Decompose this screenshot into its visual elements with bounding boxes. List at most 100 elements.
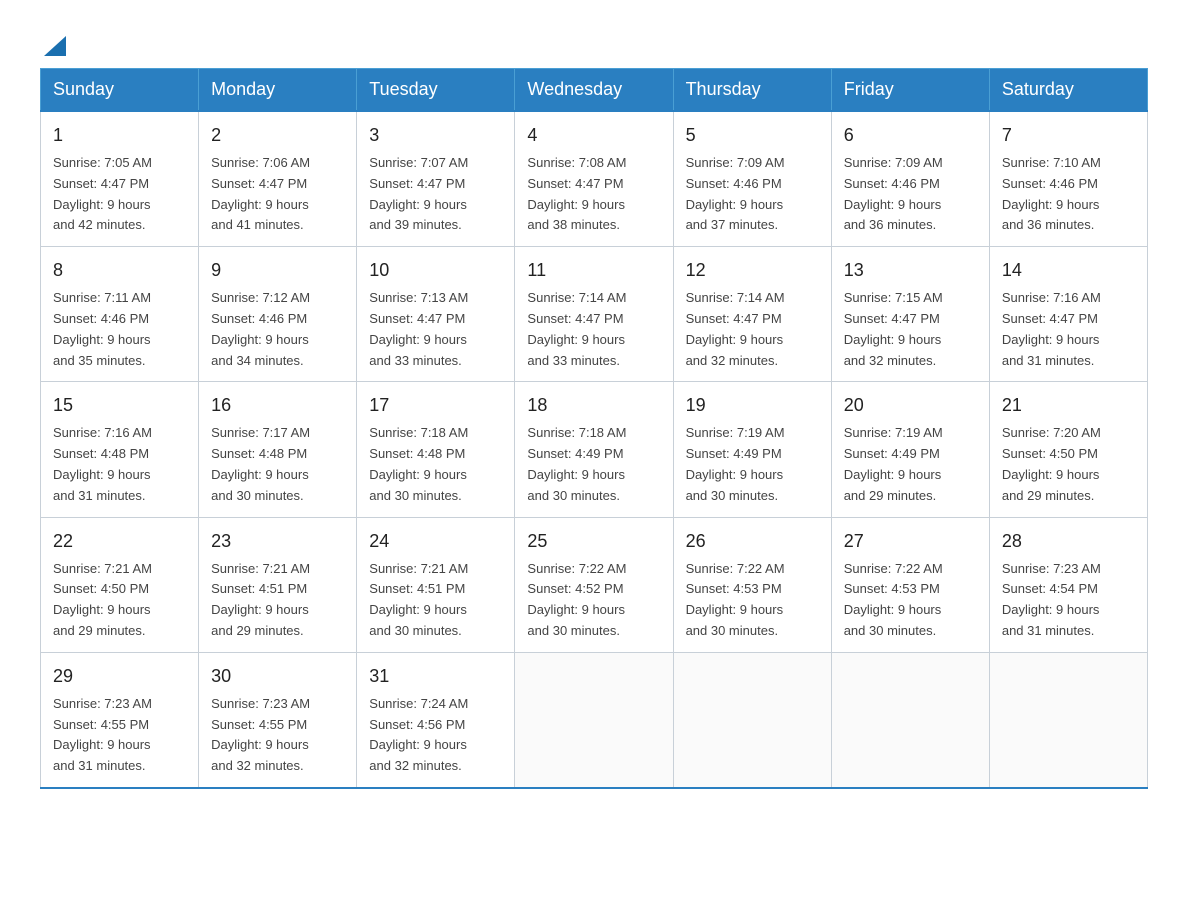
day-info: Sunrise: 7:22 AMSunset: 4:53 PMDaylight:…: [844, 561, 943, 638]
calendar-cell: 24 Sunrise: 7:21 AMSunset: 4:51 PMDaylig…: [357, 517, 515, 652]
day-number: 7: [1002, 122, 1135, 149]
calendar-header: SundayMondayTuesdayWednesdayThursdayFrid…: [41, 69, 1148, 112]
calendar-cell: 27 Sunrise: 7:22 AMSunset: 4:53 PMDaylig…: [831, 517, 989, 652]
day-info: Sunrise: 7:05 AMSunset: 4:47 PMDaylight:…: [53, 155, 152, 232]
calendar-cell: 19 Sunrise: 7:19 AMSunset: 4:49 PMDaylig…: [673, 382, 831, 517]
calendar-cell: 25 Sunrise: 7:22 AMSunset: 4:52 PMDaylig…: [515, 517, 673, 652]
calendar-cell: 20 Sunrise: 7:19 AMSunset: 4:49 PMDaylig…: [831, 382, 989, 517]
calendar-cell: 18 Sunrise: 7:18 AMSunset: 4:49 PMDaylig…: [515, 382, 673, 517]
logo-triangle-icon: [44, 30, 66, 56]
calendar-table: SundayMondayTuesdayWednesdayThursdayFrid…: [40, 68, 1148, 789]
day-number: 29: [53, 663, 186, 690]
day-info: Sunrise: 7:23 AMSunset: 4:55 PMDaylight:…: [53, 696, 152, 773]
day-number: 30: [211, 663, 344, 690]
day-header-saturday: Saturday: [989, 69, 1147, 112]
day-info: Sunrise: 7:19 AMSunset: 4:49 PMDaylight:…: [686, 425, 785, 502]
day-info: Sunrise: 7:18 AMSunset: 4:48 PMDaylight:…: [369, 425, 468, 502]
calendar-cell: 2 Sunrise: 7:06 AMSunset: 4:47 PMDayligh…: [199, 111, 357, 247]
day-info: Sunrise: 7:18 AMSunset: 4:49 PMDaylight:…: [527, 425, 626, 502]
calendar-cell: [515, 652, 673, 788]
calendar-cell: 1 Sunrise: 7:05 AMSunset: 4:47 PMDayligh…: [41, 111, 199, 247]
day-header-thursday: Thursday: [673, 69, 831, 112]
calendar-cell: [831, 652, 989, 788]
day-info: Sunrise: 7:17 AMSunset: 4:48 PMDaylight:…: [211, 425, 310, 502]
page-header: [40, 30, 1148, 48]
day-number: 6: [844, 122, 977, 149]
calendar-cell: [673, 652, 831, 788]
day-number: 24: [369, 528, 502, 555]
calendar-cell: 16 Sunrise: 7:17 AMSunset: 4:48 PMDaylig…: [199, 382, 357, 517]
calendar-cell: 10 Sunrise: 7:13 AMSunset: 4:47 PMDaylig…: [357, 247, 515, 382]
calendar-cell: 3 Sunrise: 7:07 AMSunset: 4:47 PMDayligh…: [357, 111, 515, 247]
day-number: 15: [53, 392, 186, 419]
day-info: Sunrise: 7:12 AMSunset: 4:46 PMDaylight:…: [211, 290, 310, 367]
day-header-sunday: Sunday: [41, 69, 199, 112]
calendar-cell: 21 Sunrise: 7:20 AMSunset: 4:50 PMDaylig…: [989, 382, 1147, 517]
day-info: Sunrise: 7:08 AMSunset: 4:47 PMDaylight:…: [527, 155, 626, 232]
calendar-cell: 15 Sunrise: 7:16 AMSunset: 4:48 PMDaylig…: [41, 382, 199, 517]
day-number: 9: [211, 257, 344, 284]
week-row-4: 22 Sunrise: 7:21 AMSunset: 4:50 PMDaylig…: [41, 517, 1148, 652]
calendar-cell: 7 Sunrise: 7:10 AMSunset: 4:46 PMDayligh…: [989, 111, 1147, 247]
calendar-cell: 14 Sunrise: 7:16 AMSunset: 4:47 PMDaylig…: [989, 247, 1147, 382]
week-row-3: 15 Sunrise: 7:16 AMSunset: 4:48 PMDaylig…: [41, 382, 1148, 517]
day-info: Sunrise: 7:21 AMSunset: 4:51 PMDaylight:…: [369, 561, 468, 638]
calendar-cell: 8 Sunrise: 7:11 AMSunset: 4:46 PMDayligh…: [41, 247, 199, 382]
calendar-cell: 22 Sunrise: 7:21 AMSunset: 4:50 PMDaylig…: [41, 517, 199, 652]
day-number: 13: [844, 257, 977, 284]
week-row-2: 8 Sunrise: 7:11 AMSunset: 4:46 PMDayligh…: [41, 247, 1148, 382]
day-info: Sunrise: 7:16 AMSunset: 4:48 PMDaylight:…: [53, 425, 152, 502]
day-header-friday: Friday: [831, 69, 989, 112]
calendar-cell: 11 Sunrise: 7:14 AMSunset: 4:47 PMDaylig…: [515, 247, 673, 382]
calendar-cell: 13 Sunrise: 7:15 AMSunset: 4:47 PMDaylig…: [831, 247, 989, 382]
day-info: Sunrise: 7:14 AMSunset: 4:47 PMDaylight:…: [527, 290, 626, 367]
day-info: Sunrise: 7:10 AMSunset: 4:46 PMDaylight:…: [1002, 155, 1101, 232]
calendar-cell: 26 Sunrise: 7:22 AMSunset: 4:53 PMDaylig…: [673, 517, 831, 652]
day-info: Sunrise: 7:24 AMSunset: 4:56 PMDaylight:…: [369, 696, 468, 773]
day-number: 1: [53, 122, 186, 149]
calendar-cell: 17 Sunrise: 7:18 AMSunset: 4:48 PMDaylig…: [357, 382, 515, 517]
calendar-cell: 5 Sunrise: 7:09 AMSunset: 4:46 PMDayligh…: [673, 111, 831, 247]
day-number: 19: [686, 392, 819, 419]
calendar-cell: 4 Sunrise: 7:08 AMSunset: 4:47 PMDayligh…: [515, 111, 673, 247]
day-number: 23: [211, 528, 344, 555]
calendar-cell: 23 Sunrise: 7:21 AMSunset: 4:51 PMDaylig…: [199, 517, 357, 652]
day-info: Sunrise: 7:15 AMSunset: 4:47 PMDaylight:…: [844, 290, 943, 367]
day-number: 16: [211, 392, 344, 419]
calendar-cell: 12 Sunrise: 7:14 AMSunset: 4:47 PMDaylig…: [673, 247, 831, 382]
day-info: Sunrise: 7:21 AMSunset: 4:51 PMDaylight:…: [211, 561, 310, 638]
day-info: Sunrise: 7:09 AMSunset: 4:46 PMDaylight:…: [844, 155, 943, 232]
calendar-cell: 29 Sunrise: 7:23 AMSunset: 4:55 PMDaylig…: [41, 652, 199, 788]
day-info: Sunrise: 7:23 AMSunset: 4:54 PMDaylight:…: [1002, 561, 1101, 638]
day-number: 22: [53, 528, 186, 555]
day-number: 4: [527, 122, 660, 149]
day-info: Sunrise: 7:22 AMSunset: 4:53 PMDaylight:…: [686, 561, 785, 638]
logo: [40, 30, 66, 48]
day-number: 21: [1002, 392, 1135, 419]
day-number: 2: [211, 122, 344, 149]
day-number: 25: [527, 528, 660, 555]
day-number: 18: [527, 392, 660, 419]
calendar-cell: 30 Sunrise: 7:23 AMSunset: 4:55 PMDaylig…: [199, 652, 357, 788]
day-info: Sunrise: 7:21 AMSunset: 4:50 PMDaylight:…: [53, 561, 152, 638]
day-info: Sunrise: 7:20 AMSunset: 4:50 PMDaylight:…: [1002, 425, 1101, 502]
day-info: Sunrise: 7:14 AMSunset: 4:47 PMDaylight:…: [686, 290, 785, 367]
day-header-wednesday: Wednesday: [515, 69, 673, 112]
week-row-5: 29 Sunrise: 7:23 AMSunset: 4:55 PMDaylig…: [41, 652, 1148, 788]
day-number: 8: [53, 257, 186, 284]
day-number: 12: [686, 257, 819, 284]
day-header-tuesday: Tuesday: [357, 69, 515, 112]
calendar-cell: 28 Sunrise: 7:23 AMSunset: 4:54 PMDaylig…: [989, 517, 1147, 652]
day-number: 28: [1002, 528, 1135, 555]
calendar-body: 1 Sunrise: 7:05 AMSunset: 4:47 PMDayligh…: [41, 111, 1148, 788]
day-number: 26: [686, 528, 819, 555]
day-header-monday: Monday: [199, 69, 357, 112]
day-number: 17: [369, 392, 502, 419]
day-info: Sunrise: 7:06 AMSunset: 4:47 PMDaylight:…: [211, 155, 310, 232]
day-number: 31: [369, 663, 502, 690]
day-number: 3: [369, 122, 502, 149]
day-info: Sunrise: 7:19 AMSunset: 4:49 PMDaylight:…: [844, 425, 943, 502]
day-number: 5: [686, 122, 819, 149]
days-of-week-row: SundayMondayTuesdayWednesdayThursdayFrid…: [41, 69, 1148, 112]
day-info: Sunrise: 7:11 AMSunset: 4:46 PMDaylight:…: [53, 290, 151, 367]
